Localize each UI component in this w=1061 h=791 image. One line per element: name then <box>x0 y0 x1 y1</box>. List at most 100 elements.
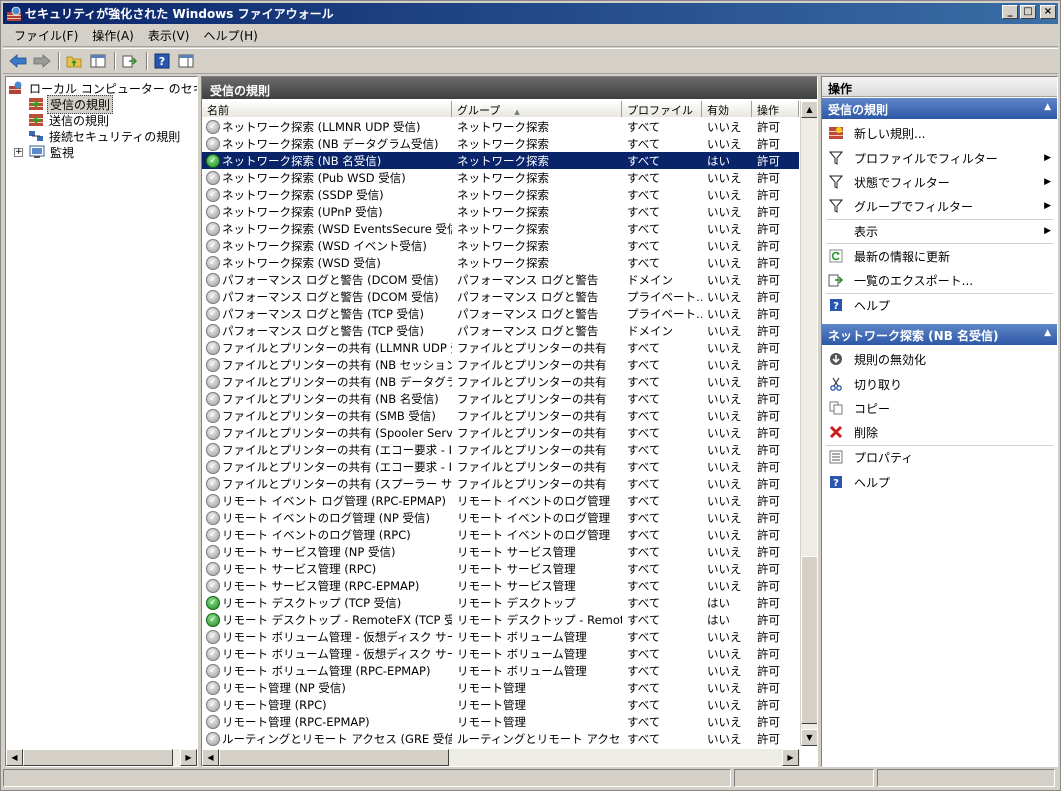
up-folder-icon[interactable] <box>63 50 85 72</box>
export-list-icon[interactable] <box>119 50 141 72</box>
tree-horizontal-scrollbar[interactable]: ◀ ▶ <box>6 749 197 766</box>
table-row[interactable]: ✓ リモート サービス管理 (NP 受信) リモート サービス管理 すべて いいえ 許可 <box>202 543 799 560</box>
actions-section-selected-rule[interactable]: ネットワーク探索 (NB 名受信) ▲ <box>822 324 1057 345</box>
table-row[interactable]: ✓ ネットワーク探索 (NB 名受信) ネットワーク探索 すべて はい 許可 <box>202 152 799 169</box>
column-action[interactable]: 操作 <box>752 101 799 117</box>
cell-profile: プライベート… <box>627 306 702 321</box>
help-icon[interactable]: ? <box>151 50 173 72</box>
maximize-button[interactable]: □ <box>1020 5 1036 19</box>
list-vertical-scrollbar[interactable]: ▲ ▼ <box>800 101 817 746</box>
scroll-thumb[interactable] <box>801 556 817 724</box>
action-new-rule[interactable]: 新しい規則... <box>822 122 1057 144</box>
rule-disabled-icon: ✓ <box>206 119 220 134</box>
table-row[interactable]: ✓ ネットワーク探索 (SSDP 受信) ネットワーク探索 すべて いいえ 許可 <box>202 186 799 203</box>
cell-action: 許可 <box>757 170 780 185</box>
table-row[interactable]: ✓ リモート イベントのログ管理 (RPC) リモート イベントのログ管理 すべて いい… <box>202 526 799 543</box>
scroll-down-button[interactable]: ▼ <box>801 729 817 746</box>
column-enabled[interactable]: 有効 <box>702 101 752 117</box>
menu-file[interactable]: ファイル(F) <box>7 27 85 44</box>
action-properties[interactable]: プロパティ <box>822 446 1057 468</box>
action-help-2[interactable]: ? ヘルプ <box>822 471 1057 493</box>
action-help[interactable]: ? ヘルプ <box>822 294 1057 316</box>
list-horizontal-scrollbar[interactable]: ◀ ▶ <box>202 749 800 766</box>
column-name[interactable]: 名前 <box>202 101 452 117</box>
table-row[interactable]: ✓ファイルとプリンターの共有 (NB セッション受信) ファイルとプリンターの共有… <box>202 356 799 373</box>
action-copy[interactable]: コピー <box>822 397 1057 419</box>
table-row[interactable]: ✓ ネットワーク探索 (LLMNR UDP 受信) ネットワーク探索 すべて いいえ 許可 <box>202 118 799 135</box>
table-row[interactable]: ✓ ネットワーク探索 (UPnP 受信) ネットワーク探索 すべて いいえ 許可 <box>202 203 799 220</box>
scroll-left-button[interactable]: ◀ <box>6 749 23 766</box>
menu-action[interactable]: 操作(A) <box>85 27 141 44</box>
cell-action: 許可 <box>757 612 780 627</box>
cell-profile: すべて <box>627 731 661 746</box>
table-row[interactable]: ✓リモート ボリューム管理 - 仮想ディスク サービス… リモート ボリューム管理… <box>202 645 799 662</box>
table-row[interactable]: ✓ ネットワーク探索 (NB データグラム受信) ネットワーク探索 すべて いいえ 許可 <box>202 135 799 152</box>
cell-name: ✓ ネットワーク探索 (LLMNR UDP 受信) <box>202 119 452 135</box>
column-profile[interactable]: プロファイル <box>622 101 702 117</box>
table-row[interactable]: ✓ ファイルとプリンターの共有 (NB 名受信) ファイルとプリンターの共有 すべて い… <box>202 390 799 407</box>
table-row[interactable]: ✓ ネットワーク探索 (WSD EventsSecure 受信) ネットワーク探索 す… <box>202 220 799 237</box>
title-bar[interactable]: セキュリティが強化された Windows ファイアウォール _ □ × <box>3 3 1058 24</box>
back-icon[interactable] <box>7 50 29 72</box>
table-row[interactable]: ✓ リモート サービス管理 (RPC) リモート サービス管理 すべて いいえ 許可 <box>202 560 799 577</box>
table-row[interactable]: ✓ファイルとプリンターの共有 (LLMNR UDP 受信) ファイルとプリンターの… <box>202 339 799 356</box>
table-row[interactable]: ✓ パフォーマンス ログと警告 (DCOM 受信) パフォーマンス ログと警告 ドメイ… <box>202 271 799 288</box>
column-group[interactable]: グループ ▲ <box>452 101 622 117</box>
table-row[interactable]: ✓ ファイルとプリンターの共有 (SMB 受信) ファイルとプリンターの共有 すべて い… <box>202 407 799 424</box>
scroll-left-button[interactable]: ◀ <box>202 749 219 766</box>
table-row[interactable]: ✓ ネットワーク探索 (WSD 受信) ネットワーク探索 すべて いいえ 許可 <box>202 254 799 271</box>
menu-view[interactable]: 表示(V) <box>141 27 197 44</box>
table-row[interactable]: ✓ファイルとプリンターの共有 (エコー要求 - ICMP… ファイルとプリンターの… <box>202 458 799 475</box>
action-filter-by-profile[interactable]: プロファイルでフィルター ▶ <box>822 147 1057 169</box>
expand-icon[interactable]: + <box>14 147 23 157</box>
table-row[interactable]: ✓ リモート デスクトップ (TCP 受信) リモート デスクトップ すべて はい 許可 <box>202 594 799 611</box>
tree-item-inbound-rules[interactable]: 受信の規則 <box>28 94 114 114</box>
minimize-button[interactable]: _ <box>1002 5 1018 19</box>
action-cut[interactable]: 切り取り <box>822 373 1057 395</box>
table-row[interactable]: ✓ リモート管理 (RPC-EPMAP) リモート管理 すべて いいえ 許可 <box>202 713 799 730</box>
table-row[interactable]: ✓ファイルとプリンターの共有 (NB データグラム受… ファイルとプリンターの共有… <box>202 373 799 390</box>
close-button[interactable]: × <box>1040 5 1056 19</box>
table-row[interactable]: ✓ファイルとプリンターの共有 (スプーラー サービス… ファイルとプリンターの共有… <box>202 475 799 492</box>
action-disable-rule[interactable]: 規則の無効化 <box>822 348 1057 370</box>
action-view[interactable]: 表示 ▶ <box>822 220 1057 242</box>
table-row[interactable]: ✓ファイルとプリンターの共有 (エコー要求 - ICMP… ファイルとプリンターの… <box>202 441 799 458</box>
table-row[interactable]: ✓リモート ボリューム管理 - 仮想ディスク サービス… リモート ボリューム管理… <box>202 628 799 645</box>
collapse-icon[interactable]: ▲ <box>1044 328 1051 338</box>
table-row[interactable]: ✓ パフォーマンス ログと警告 (DCOM 受信) パフォーマンス ログと警告 プライ… <box>202 288 799 305</box>
show-hide-console-tree-icon[interactable] <box>87 50 109 72</box>
table-row[interactable]: ✓ ルーティングとリモート アクセス (GRE 受信) ルーティングとリモート アク… <box>202 730 799 746</box>
cell-group: リモート イベントのログ管理 <box>457 493 611 508</box>
tree-item-monitoring[interactable]: + 監視 <box>14 144 76 160</box>
table-row[interactable]: ✓ファイルとプリンターの共有 (Spooler Service -… ファイルとプ… <box>202 424 799 441</box>
show-hide-action-pane-icon[interactable] <box>175 50 197 72</box>
table-row[interactable]: ✓ リモート管理 (NP 受信) リモート管理 すべて いいえ 許可 <box>202 679 799 696</box>
action-export-list[interactable]: 一覧のエクスポート... <box>822 269 1057 291</box>
actions-section-inbound[interactable]: 受信の規則 ▲ <box>822 98 1057 119</box>
table-row[interactable]: ✓ ネットワーク探索 (Pub WSD 受信) ネットワーク探索 すべて いいえ 許可 <box>202 169 799 186</box>
table-row[interactable]: ✓ ネットワーク探索 (WSD イベント受信) ネットワーク探索 すべて いいえ 許可 <box>202 237 799 254</box>
forward-icon[interactable] <box>31 50 53 72</box>
table-row[interactable]: ✓ リモート デスクトップ - RemoteFX (TCP 受信) リモート デスク… <box>202 611 799 628</box>
scroll-right-button[interactable]: ▶ <box>180 749 197 766</box>
action-filter-by-state[interactable]: 状態でフィルター ▶ <box>822 171 1057 193</box>
table-row[interactable]: ✓ リモート イベントのログ管理 (NP 受信) リモート イベントのログ管理 すべて… <box>202 509 799 526</box>
table-row[interactable]: ✓ パフォーマンス ログと警告 (TCP 受信) パフォーマンス ログと警告 ドメイン… <box>202 322 799 339</box>
menu-help[interactable]: ヘルプ(H) <box>196 27 264 44</box>
action-filter-by-group[interactable]: グループでフィルター ▶ <box>822 195 1057 217</box>
table-row[interactable]: ✓ パフォーマンス ログと警告 (TCP 受信) パフォーマンス ログと警告 プライベ… <box>202 305 799 322</box>
table-row[interactable]: ✓ リモート イベント ログ管理 (RPC-EPMAP) リモート イベントのログ管… <box>202 492 799 509</box>
table-row[interactable]: ✓ リモート管理 (RPC) リモート管理 すべて いいえ 許可 <box>202 696 799 713</box>
scroll-thumb[interactable] <box>23 749 173 766</box>
tree-item-outbound-rules[interactable]: 送信の規則 <box>28 112 111 128</box>
scroll-up-button[interactable]: ▲ <box>801 101 817 118</box>
scroll-right-button[interactable]: ▶ <box>782 749 799 766</box>
table-row[interactable]: ✓ リモート ボリューム管理 (RPC-EPMAP) リモート ボリューム管理 すべて… <box>202 662 799 679</box>
table-row[interactable]: ✓ リモート サービス管理 (RPC-EPMAP) リモート サービス管理 すべて いい… <box>202 577 799 594</box>
action-refresh[interactable]: 最新の情報に更新 <box>822 245 1057 267</box>
cell-group: ネットワーク探索 <box>457 153 549 168</box>
collapse-icon[interactable]: ▲ <box>1044 102 1051 112</box>
tree-item-connection-security-rules[interactable]: 接続セキュリティの規則 <box>28 128 182 144</box>
scroll-thumb[interactable] <box>219 749 449 766</box>
action-delete[interactable]: 削除 <box>822 421 1057 443</box>
